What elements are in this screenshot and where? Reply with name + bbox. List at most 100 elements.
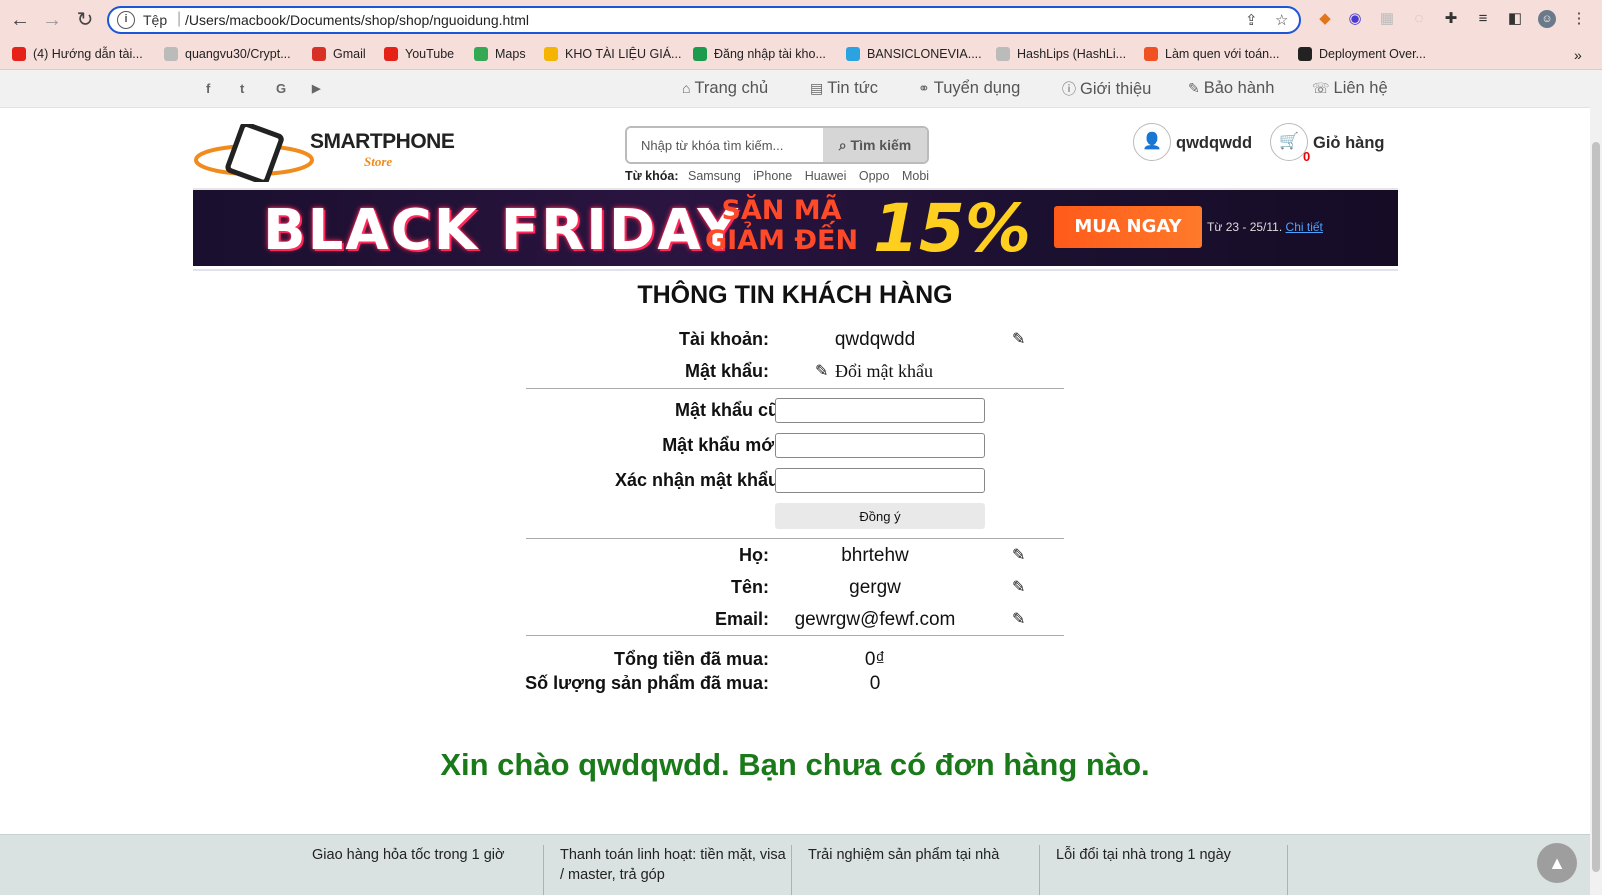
share-icon[interactable]: ⇪: [1245, 11, 1258, 29]
cart-link[interactable]: Giỏ hàng: [1313, 134, 1385, 153]
info-icon: ⓘ: [1062, 81, 1076, 97]
divider-3: [526, 635, 1064, 636]
extension-dot-icon[interactable]: ◌: [1410, 10, 1428, 28]
nav-link-label: Bảo hành: [1203, 79, 1275, 97]
github-icon: [164, 47, 178, 61]
banner-promo-line1: SĂN MÃ: [721, 195, 842, 226]
profile-avatar-icon[interactable]: ☺: [1538, 10, 1556, 28]
bookmark-item[interactable]: YouTube: [384, 47, 454, 61]
keywords-label: Từ khóa:: [625, 169, 679, 183]
bookmark-item[interactable]: Deployment Over...: [1298, 47, 1426, 61]
footer-item: Giao hàng hỏa tốc trong 1 giờ: [296, 845, 544, 895]
bookmark-item[interactable]: KHO TÀI LIỆU GIÁ...: [544, 47, 681, 61]
keyword-list: Từ khóa: Samsung iPhone Huawei Oppo Mobi: [625, 169, 938, 183]
keyword-huawei[interactable]: Huawei: [805, 169, 847, 183]
back-arrow-icon[interactable]: ←: [8, 8, 32, 32]
forward-arrow-icon[interactable]: →: [40, 8, 64, 32]
keyword-oppo[interactable]: Oppo: [859, 169, 890, 183]
twitter-icon[interactable]: t: [240, 81, 244, 96]
keyword-samsung[interactable]: Samsung: [688, 169, 741, 183]
side-panel-icon[interactable]: ◧: [1506, 10, 1524, 28]
footer-features: Giao hàng hỏa tốc trong 1 giờ Thanh toán…: [0, 834, 1590, 895]
greeting-message: Xin chào qwdqwdd. Bạn chưa có đơn hàng n…: [440, 747, 1150, 782]
github-icon: [996, 47, 1010, 61]
firstname-value: gergw: [849, 577, 901, 598]
banner-title: BLACK FRIDAY: [263, 198, 740, 263]
banner-detail-link[interactable]: Chi tiết: [1286, 220, 1323, 234]
nav-link[interactable]: ▤ Tin tức: [810, 79, 878, 98]
user-icon[interactable]: 👤: [1133, 123, 1171, 161]
scrollbar-thumb[interactable]: [1592, 142, 1600, 872]
youtube-icon[interactable]: ▶: [312, 82, 320, 95]
logo-text-smartphone: SMARTPHONE: [310, 130, 455, 153]
bookmark-item[interactable]: Maps: [474, 47, 526, 61]
keyword-iphone[interactable]: iPhone: [753, 169, 792, 183]
banner-date: Từ 23 - 25/11. Chi tiết: [1207, 220, 1323, 234]
scroll-to-top-button[interactable]: ▲: [1537, 843, 1577, 883]
user-account-link[interactable]: qwdqwdd: [1176, 134, 1252, 153]
nav-link[interactable]: ⚭ Tuyển dụng: [918, 79, 1020, 98]
change-password-link[interactable]: Đổi mật khẩu: [835, 361, 933, 382]
nav-link[interactable]: ⓘ Giới thiệu: [1062, 79, 1151, 99]
banner-divider: [193, 269, 1398, 271]
more-bookmarks-icon[interactable]: »: [1574, 47, 1582, 63]
products-bought-value: 0: [869, 673, 881, 694]
bookmark-label: quangvu30/Crypt...: [185, 47, 291, 61]
search-input[interactable]: [627, 128, 823, 162]
footer-item: Lỗi đổi tại nhà trong 1 ngày: [1040, 845, 1288, 895]
bookmark-star-icon[interactable]: ☆: [1275, 11, 1288, 29]
divider-1: [526, 388, 1064, 389]
bookmark-item[interactable]: (4) Hướng dẫn tài...: [12, 47, 143, 61]
confirm-password-input[interactable]: [775, 468, 985, 493]
firstname-label: Tên:: [731, 577, 769, 597]
bookmark-item[interactable]: Gmail: [312, 47, 366, 61]
edit-lastname-pencil-icon[interactable]: ✎: [1012, 545, 1025, 565]
reading-list-icon[interactable]: ≡: [1474, 10, 1492, 28]
address-bar[interactable]: i Tệp | /Users/macbook/Documents/shop/sh…: [107, 6, 1301, 34]
edit-account-pencil-icon[interactable]: ✎: [1012, 329, 1025, 349]
logo-text-store: Store: [364, 154, 393, 169]
buy-now-button[interactable]: MUA NGAY: [1054, 206, 1202, 248]
promo-banner[interactable]: BLACK FRIDAY SĂN MÃ GIẢM ĐẾN 15% MUA NGA…: [193, 190, 1398, 266]
bookmark-label: Maps: [495, 47, 526, 61]
search-button[interactable]: ⌕ Tìm kiếm: [823, 128, 927, 162]
nav-link[interactable]: ☏ Liên hệ: [1312, 79, 1388, 98]
change-password-pencil-icon[interactable]: ✎: [815, 361, 828, 381]
site-logo[interactable]: SMARTPHONE Store: [194, 121, 455, 185]
keyword-mobi[interactable]: Mobi: [902, 169, 929, 183]
site-info-icon[interactable]: i: [117, 11, 135, 29]
maps-icon: [474, 47, 488, 61]
google-icon[interactable]: G: [276, 81, 286, 96]
edit-email-pencil-icon[interactable]: ✎: [1012, 609, 1025, 629]
edit-firstname-pencil-icon[interactable]: ✎: [1012, 577, 1025, 597]
bookmark-label: Gmail: [333, 47, 366, 61]
browser-toolbar: ← → ↻ i Tệp | /Users/macbook/Documents/s…: [0, 0, 1602, 40]
nav-link[interactable]: ✎ Bảo hành: [1188, 79, 1274, 98]
nav-link-label: Giới thiệu: [1080, 80, 1152, 98]
extension-grid-icon[interactable]: ▦: [1378, 10, 1396, 28]
reload-icon[interactable]: ↻: [73, 8, 97, 32]
facebook-icon[interactable]: f: [206, 81, 210, 96]
bookmark-item[interactable]: BANSICLONEVIA....: [846, 47, 982, 61]
divider-2: [526, 538, 1064, 539]
nav-link[interactable]: ⌂ Trang chủ: [682, 79, 768, 98]
search-button-label: Tìm kiếm: [850, 136, 912, 153]
bookmark-item[interactable]: HashLips (HashLi...: [996, 47, 1126, 61]
total-spent-label: Tổng tiền đã mua:: [614, 649, 769, 669]
extensions-puzzle-icon[interactable]: ✚: [1442, 10, 1460, 28]
extension-circle-icon[interactable]: ◉: [1346, 10, 1364, 28]
agree-button[interactable]: Đồng ý: [775, 503, 985, 529]
old-password-input[interactable]: [775, 398, 985, 423]
address-url[interactable]: /Users/macbook/Documents/shop/shop/nguoi…: [185, 12, 529, 28]
page-scrollbar[interactable]: [1590, 70, 1602, 895]
browser-menu-icon[interactable]: ⋮: [1570, 10, 1588, 28]
metamask-icon[interactable]: ◆: [1316, 10, 1334, 28]
banner-promo-text: SĂN MÃ GIẢM ĐẾN: [705, 196, 858, 256]
new-password-input[interactable]: [775, 433, 985, 458]
bookmark-item[interactable]: Làm quen với toán...: [1144, 47, 1280, 61]
total-spent-value: 0₫: [864, 649, 886, 670]
bookmark-item[interactable]: Đăng nhập tài kho...: [693, 47, 826, 61]
banner-percent: 15%: [873, 190, 1031, 266]
account-value: qwdqwdd: [834, 329, 916, 350]
bookmark-item[interactable]: quangvu30/Crypt...: [164, 47, 291, 61]
